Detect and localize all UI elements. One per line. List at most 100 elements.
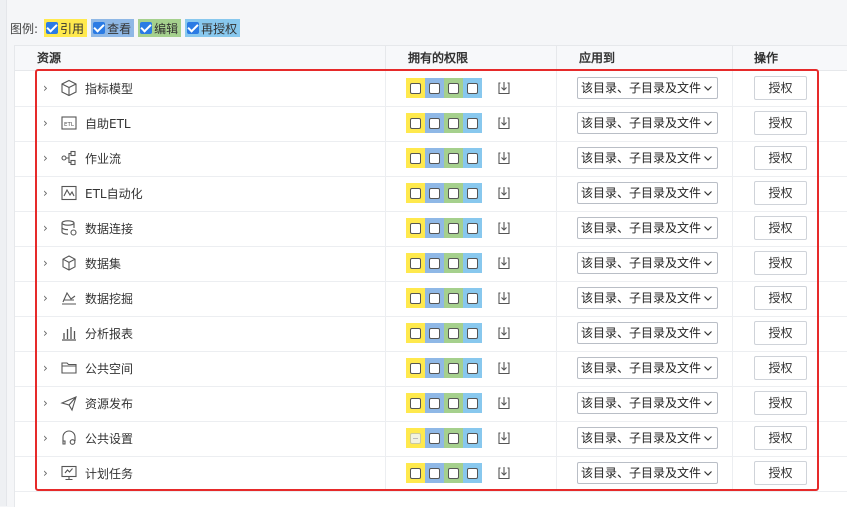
- edit-checkbox[interactable]: [448, 152, 459, 164]
- apply-to-children-icon[interactable]: [496, 150, 512, 166]
- view-checkbox[interactable]: [429, 222, 440, 234]
- apply-to-children-icon[interactable]: [496, 185, 512, 201]
- cite-checkbox[interactable]: [410, 327, 421, 339]
- apply-to-select[interactable]: 该目录、子目录及文件: [577, 217, 718, 239]
- regrant-checkbox[interactable]: [467, 82, 478, 94]
- authorize-button[interactable]: 授权: [754, 146, 807, 170]
- edit-checkbox[interactable]: [448, 362, 459, 374]
- permissions-cell: [386, 176, 557, 211]
- edit-checkbox[interactable]: [448, 292, 459, 304]
- regrant-checkbox[interactable]: [467, 257, 478, 269]
- authorize-button[interactable]: 授权: [754, 461, 807, 485]
- view-checkbox[interactable]: [429, 397, 440, 409]
- apply-to-select[interactable]: 该目录、子目录及文件: [577, 182, 718, 204]
- edit-checkbox[interactable]: [448, 82, 459, 94]
- edit-checkbox[interactable]: [448, 187, 459, 199]
- apply-to-children-icon[interactable]: [496, 290, 512, 306]
- expand-chevron-icon[interactable]: ›: [43, 256, 53, 270]
- expand-chevron-icon[interactable]: ›: [43, 81, 53, 95]
- apply-to-select[interactable]: 该目录、子目录及文件: [577, 427, 718, 449]
- edit-checkbox[interactable]: [448, 222, 459, 234]
- apply-to-children-icon[interactable]: [496, 80, 512, 96]
- cite-checkbox[interactable]: [410, 292, 421, 304]
- apply-to-children-icon[interactable]: [496, 325, 512, 341]
- edit-checkbox[interactable]: [448, 117, 459, 129]
- apply-to-select[interactable]: 该目录、子目录及文件: [577, 392, 718, 414]
- apply-to-children-icon[interactable]: [496, 220, 512, 236]
- expand-chevron-icon[interactable]: ›: [43, 291, 53, 305]
- cite-checkbox[interactable]: [410, 397, 421, 409]
- apply-to-select[interactable]: 该目录、子目录及文件: [577, 147, 718, 169]
- authorize-button[interactable]: 授权: [754, 216, 807, 240]
- apply-to-select[interactable]: 该目录、子目录及文件: [577, 287, 718, 309]
- view-checkbox[interactable]: [429, 362, 440, 374]
- apply-to-select[interactable]: 该目录、子目录及文件: [577, 357, 718, 379]
- view-checkbox[interactable]: [429, 82, 440, 94]
- view-checkbox[interactable]: [429, 117, 440, 129]
- cite-checkbox[interactable]: [410, 152, 421, 164]
- authorize-button[interactable]: 授权: [754, 426, 807, 450]
- chevron-down-icon: [703, 463, 713, 483]
- authorize-button[interactable]: 授权: [754, 111, 807, 135]
- apply-to-children-icon[interactable]: [496, 465, 512, 481]
- apply-to-select[interactable]: 该目录、子目录及文件: [577, 77, 718, 99]
- expand-chevron-icon[interactable]: ›: [43, 466, 53, 480]
- apply-to-select[interactable]: 该目录、子目录及文件: [577, 112, 718, 134]
- regrant-checkbox[interactable]: [467, 362, 478, 374]
- edit-checkbox[interactable]: [448, 467, 459, 479]
- expand-chevron-icon[interactable]: ›: [43, 326, 53, 340]
- authorize-button[interactable]: 授权: [754, 181, 807, 205]
- regrant-checkbox[interactable]: [467, 117, 478, 129]
- expand-chevron-icon[interactable]: ›: [43, 116, 53, 130]
- apply-to-children-icon[interactable]: [496, 395, 512, 411]
- apply-to-cell: 该目录、子目录及文件: [557, 456, 733, 491]
- regrant-checkbox[interactable]: [467, 152, 478, 164]
- expand-chevron-icon[interactable]: ›: [43, 431, 53, 445]
- authorize-button[interactable]: 授权: [754, 76, 807, 100]
- cite-checkbox[interactable]: [410, 222, 421, 234]
- expand-chevron-icon[interactable]: ›: [43, 151, 53, 165]
- authorize-button[interactable]: 授权: [754, 251, 807, 275]
- regrant-checkbox[interactable]: [467, 187, 478, 199]
- regrant-checkbox[interactable]: [467, 397, 478, 409]
- edit-checkbox[interactable]: [448, 397, 459, 409]
- view-checkbox[interactable]: [429, 257, 440, 269]
- apply-to-children-icon[interactable]: [496, 430, 512, 446]
- view-checkbox[interactable]: [429, 432, 440, 444]
- expand-chevron-icon[interactable]: ›: [43, 361, 53, 375]
- cite-checkbox[interactable]: [410, 257, 421, 269]
- authorize-button[interactable]: 授权: [754, 321, 807, 345]
- cite-checkbox[interactable]: [410, 82, 421, 94]
- cite-checkbox[interactable]: [410, 467, 421, 479]
- view-checkbox[interactable]: [429, 152, 440, 164]
- expand-chevron-icon[interactable]: ›: [43, 186, 53, 200]
- apply-to-select[interactable]: 该目录、子目录及文件: [577, 252, 718, 274]
- view-checkbox[interactable]: [429, 327, 440, 339]
- view-checkbox[interactable]: [429, 187, 440, 199]
- view-checkbox[interactable]: [429, 467, 440, 479]
- authorize-button[interactable]: 授权: [754, 286, 807, 310]
- cite-checkbox[interactable]: [410, 117, 421, 129]
- checkbox-checked-icon: [93, 22, 106, 34]
- edit-checkbox[interactable]: [448, 432, 459, 444]
- view-checkbox[interactable]: [429, 292, 440, 304]
- regrant-checkbox[interactable]: [467, 432, 478, 444]
- apply-to-children-icon[interactable]: [496, 255, 512, 271]
- cite-checkbox[interactable]: [410, 362, 421, 374]
- regrant-checkbox[interactable]: [467, 467, 478, 479]
- resource-cell: › 数据连接: [15, 211, 386, 246]
- regrant-checkbox[interactable]: [467, 327, 478, 339]
- apply-to-children-icon[interactable]: [496, 115, 512, 131]
- regrant-checkbox[interactable]: [467, 222, 478, 234]
- expand-chevron-icon[interactable]: ›: [43, 221, 53, 235]
- edit-checkbox[interactable]: [448, 257, 459, 269]
- apply-to-select[interactable]: 该目录、子目录及文件: [577, 462, 718, 484]
- regrant-checkbox[interactable]: [467, 292, 478, 304]
- expand-chevron-icon[interactable]: ›: [43, 396, 53, 410]
- cite-checkbox[interactable]: [410, 187, 421, 199]
- edit-checkbox[interactable]: [448, 327, 459, 339]
- apply-to-select[interactable]: 该目录、子目录及文件: [577, 322, 718, 344]
- authorize-button[interactable]: 授权: [754, 391, 807, 415]
- apply-to-children-icon[interactable]: [496, 360, 512, 376]
- authorize-button[interactable]: 授权: [754, 356, 807, 380]
